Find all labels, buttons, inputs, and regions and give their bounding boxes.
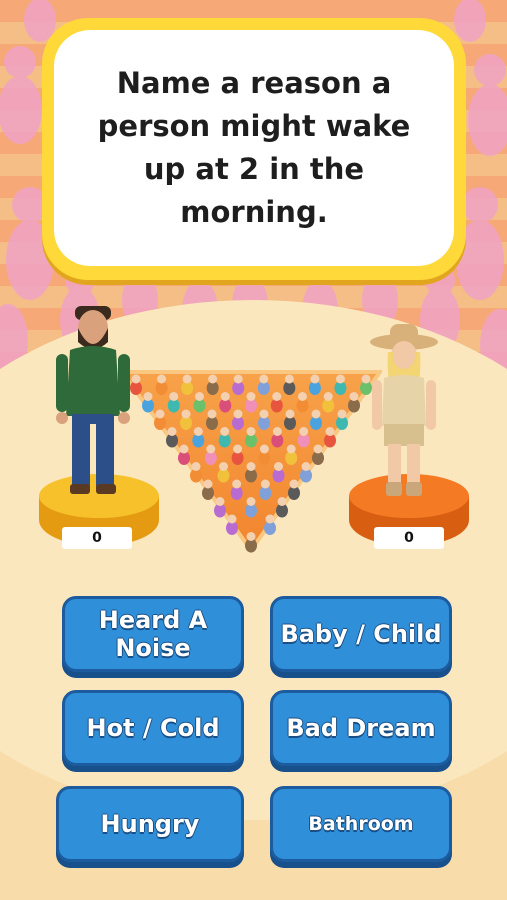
pawn-head (191, 462, 201, 471)
right-score: 0 (374, 527, 444, 549)
question-card: Name a reason a person might wake up at … (42, 18, 466, 280)
pawn-head (157, 374, 167, 384)
pawn-head (323, 392, 333, 401)
answer-button-baby-child[interactable]: Baby / Child (270, 596, 452, 672)
pawn-head (349, 392, 359, 401)
answer-button-bad-dream[interactable]: Bad Dream (270, 690, 452, 766)
pawn-head (143, 392, 153, 401)
pawn-head (169, 392, 179, 401)
pawn-head (298, 392, 307, 401)
answer-label: Baby / Child (280, 620, 442, 648)
pawn-head (233, 444, 243, 454)
pawn-head (208, 374, 218, 384)
pawn-head (285, 409, 295, 419)
pawn-head (313, 444, 323, 454)
pawn-head (246, 427, 256, 436)
answer-label: Hot / Cold (86, 714, 220, 742)
answer-button-heard-a-noise[interactable]: Heard A Noise (62, 596, 244, 672)
pawn-head (246, 532, 256, 541)
pawn-head (179, 444, 189, 454)
pawn-head (207, 409, 217, 419)
pawn-head (272, 392, 282, 401)
pawn-head (301, 462, 311, 471)
pawn-head (167, 427, 177, 436)
pawn-head (215, 497, 225, 506)
answer-label: Heard A Noise (98, 606, 208, 662)
game-screen: Name a reason a person might wake up at … (0, 0, 507, 900)
safari-woman-player-icon (370, 324, 438, 496)
pawn-head (310, 374, 320, 384)
answer-button-hungry[interactable]: Hungry (56, 786, 244, 862)
answer-label: Bathroom (308, 813, 414, 835)
pawn-head (206, 444, 216, 454)
question-panel: Name a reason a person might wake up at … (54, 30, 454, 266)
pawn-head (272, 427, 282, 436)
pawn-head (232, 479, 242, 489)
pawn-head (286, 444, 296, 454)
pawn-head (233, 409, 243, 419)
pawn-head (259, 409, 269, 419)
pawn-head (246, 392, 256, 401)
pawn-head (203, 479, 213, 489)
pawn-head (246, 497, 256, 506)
pawn-head (260, 479, 270, 489)
answer-button-bathroom[interactable]: Bathroom (270, 786, 452, 862)
answer-label: Bad Dream (286, 714, 436, 742)
answer-button-hot-cold[interactable]: Hot / Cold (62, 690, 244, 766)
pawn-head (195, 392, 204, 401)
pawn-head (299, 427, 309, 436)
left-score: 0 (62, 527, 132, 549)
pawn-head (311, 409, 321, 419)
pawn-head (181, 409, 191, 419)
pawn-head (182, 374, 192, 384)
pawn-head (259, 374, 269, 384)
pawn-head (259, 444, 269, 454)
pawn-head (246, 462, 256, 471)
pawn-head (219, 462, 228, 471)
pawn-head (220, 427, 230, 436)
pawn-head (325, 427, 335, 436)
pawn-head (274, 462, 283, 471)
pawn-head (277, 497, 287, 506)
question-text: Name a reason a person might wake up at … (97, 66, 411, 229)
pawn-head (289, 479, 299, 489)
pawn-head (265, 514, 275, 524)
answer-label: Hungry (100, 810, 200, 838)
pawn-head (220, 392, 230, 401)
pawn-head (233, 374, 243, 384)
pawn-head (284, 374, 294, 384)
pawn-head (193, 427, 203, 436)
pawn-head (337, 409, 347, 419)
bearded-man-player-icon (56, 306, 130, 494)
pawn-head (227, 514, 237, 524)
pawn-head (335, 374, 345, 384)
pawn-head (155, 409, 165, 419)
